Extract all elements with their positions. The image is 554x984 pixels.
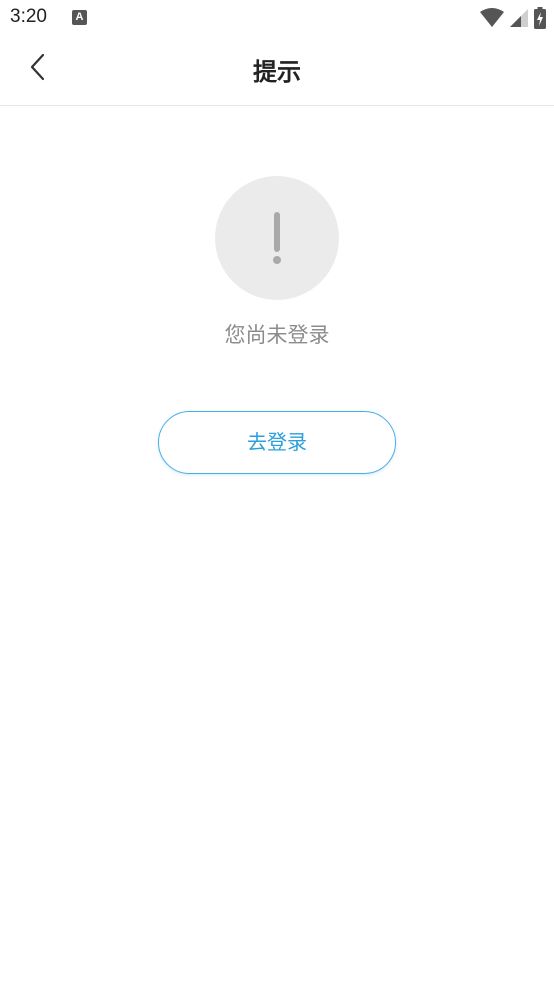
exclamation-icon bbox=[215, 176, 339, 300]
page-title: 提示 bbox=[253, 58, 301, 86]
cellular-signal-icon bbox=[510, 9, 528, 27]
wifi-icon bbox=[480, 8, 504, 28]
exclamation-dot bbox=[273, 256, 281, 264]
login-button[interactable]: 去登录 bbox=[158, 411, 396, 474]
exclamation-bar bbox=[274, 212, 280, 252]
header-bar: 提示 bbox=[0, 36, 554, 106]
status-icons bbox=[480, 6, 546, 30]
app-notification-icon: A bbox=[72, 10, 87, 25]
status-time: 3:20 bbox=[10, 6, 47, 27]
battery-charging-icon bbox=[534, 7, 546, 29]
not-logged-in-message: 您尚未登录 bbox=[224, 323, 330, 347]
status-bar: 3:20 A bbox=[0, 0, 554, 36]
